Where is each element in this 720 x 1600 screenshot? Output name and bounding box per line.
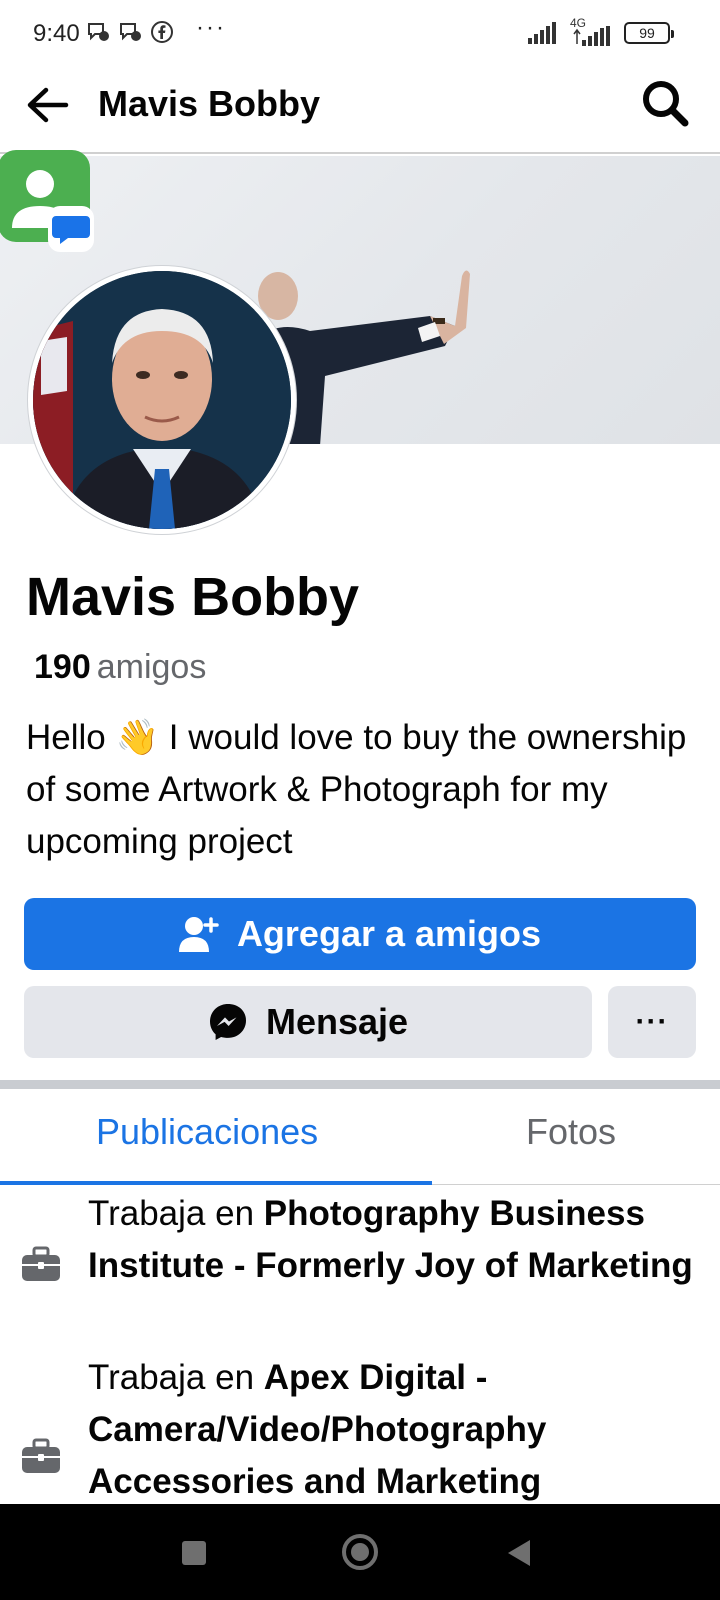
profile-tabs: Publicaciones Fotos [0,1089,720,1185]
signal-4g-icon: 4G [570,16,614,46]
signal-icon [528,22,556,44]
briefcase-icon [22,1438,60,1473]
friends-count-label: amigos [96,648,207,686]
work-item: Trabaja en Photography Business Institut… [0,1188,720,1348]
system-indicators: 4G 99 [528,16,674,46]
bio-text-start: Hello [26,718,116,757]
avatar-photo [33,271,291,529]
messenger-icon [209,1004,246,1040]
message-button[interactable]: Mensaje [24,986,592,1058]
messenger-notification-icon [120,23,141,41]
more-options-button[interactable]: ··· [608,986,696,1058]
work-item: Trabaja en Apex Digital - Camera/Video/P… [0,1352,720,1502]
add-friend-label: Agregar a amigos [236,913,542,954]
work-item-text: Trabaja en Photography Business Institut… [88,1188,708,1292]
search-icon[interactable] [640,78,690,128]
tab-fotos[interactable]: Fotos [526,1111,616,1153]
add-friend-button[interactable]: Agregar a amigos [24,898,696,970]
home-circle-icon[interactable] [342,1534,378,1570]
section-divider [0,1080,720,1089]
friends-count-number: 190 [34,648,91,686]
add-friend-icon [178,917,219,952]
facebook-notification-icon [151,21,173,43]
app-bar: Mavis Bobby [0,68,720,154]
recents-square-icon[interactable] [182,1541,206,1565]
status-time: 9:40 [33,20,80,47]
work-item-text: Trabaja en Apex Digital - Camera/Video/P… [88,1352,708,1508]
work-prefix: Trabaja en [88,1358,264,1397]
active-tab-indicator [0,1181,432,1185]
profile-name: Mavis Bobby [26,567,360,627]
page-title: Mavis Bobby [98,83,321,124]
tab-publicaciones[interactable]: Publicaciones [96,1111,318,1153]
system-navigation-bar [0,1504,720,1600]
back-arrow-icon[interactable] [24,82,70,128]
back-triangle-icon[interactable] [508,1540,530,1566]
messenger-notification-icon [88,23,109,41]
waving-hand-emoji: 👋 [115,718,160,757]
profile-avatar[interactable] [28,266,296,534]
friends-count[interactable]: 190 amigos [34,648,206,687]
contacts-message-app-icon[interactable] [0,150,94,252]
notification-icons [86,20,174,44]
battery-icon: 99 [624,22,674,44]
profile-bio: Hello 👋 I would love to buy the ownershi… [26,712,706,868]
message-label: Mensaje [265,1001,409,1042]
more-notifications-indicator: ··· [196,14,226,41]
work-prefix: Trabaja en [88,1194,264,1233]
briefcase-icon [22,1246,60,1281]
avatar-portrait-image [33,271,291,529]
status-bar: 9:40 ··· 4G 99 [0,0,720,68]
